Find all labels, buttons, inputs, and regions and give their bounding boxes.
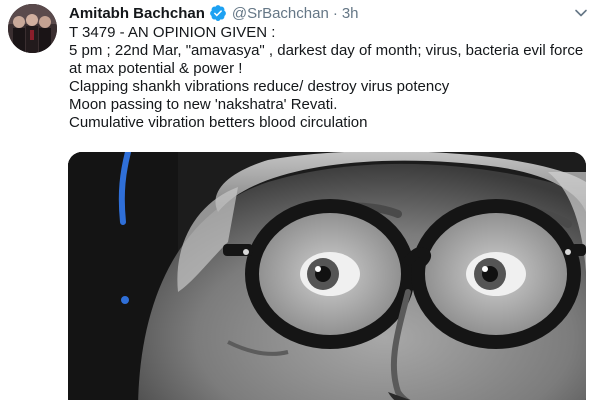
tweet-text-line: 5 pm ; 22nd Mar, "amavasya" , darkest da… bbox=[69, 42, 584, 59]
tweet-text: T 3479 - AN OPINION GIVEN : 5 pm ; 22nd … bbox=[69, 24, 594, 132]
tweet-text-line: Clapping shankh vibrations reduce/ destr… bbox=[69, 78, 450, 95]
author-handle[interactable]: @SrBachchan bbox=[232, 5, 329, 22]
tweet-header: Amitabh Bachchan @SrBachchan · 3h bbox=[69, 3, 359, 23]
timestamp[interactable]: 3h bbox=[342, 5, 359, 22]
tweet-text-line: Moon passing to new 'nakshatra' Revati. bbox=[69, 96, 338, 113]
author-name[interactable]: Amitabh Bachchan bbox=[69, 5, 205, 22]
verified-badge-icon bbox=[209, 4, 227, 22]
avatar[interactable] bbox=[8, 4, 57, 53]
tweet-card: Amitabh Bachchan @SrBachchan · 3h T 3479… bbox=[0, 0, 600, 400]
tweet-photo[interactable] bbox=[68, 152, 586, 400]
tweet-text-line: at max potential & power ! bbox=[69, 60, 243, 77]
separator-dot: · bbox=[332, 4, 338, 22]
tweet-text-line: T 3479 - AN OPINION GIVEN : bbox=[69, 24, 276, 41]
chevron-down-icon[interactable] bbox=[572, 4, 590, 22]
tweet-text-line: Cumulative vibration betters blood circu… bbox=[69, 114, 368, 131]
